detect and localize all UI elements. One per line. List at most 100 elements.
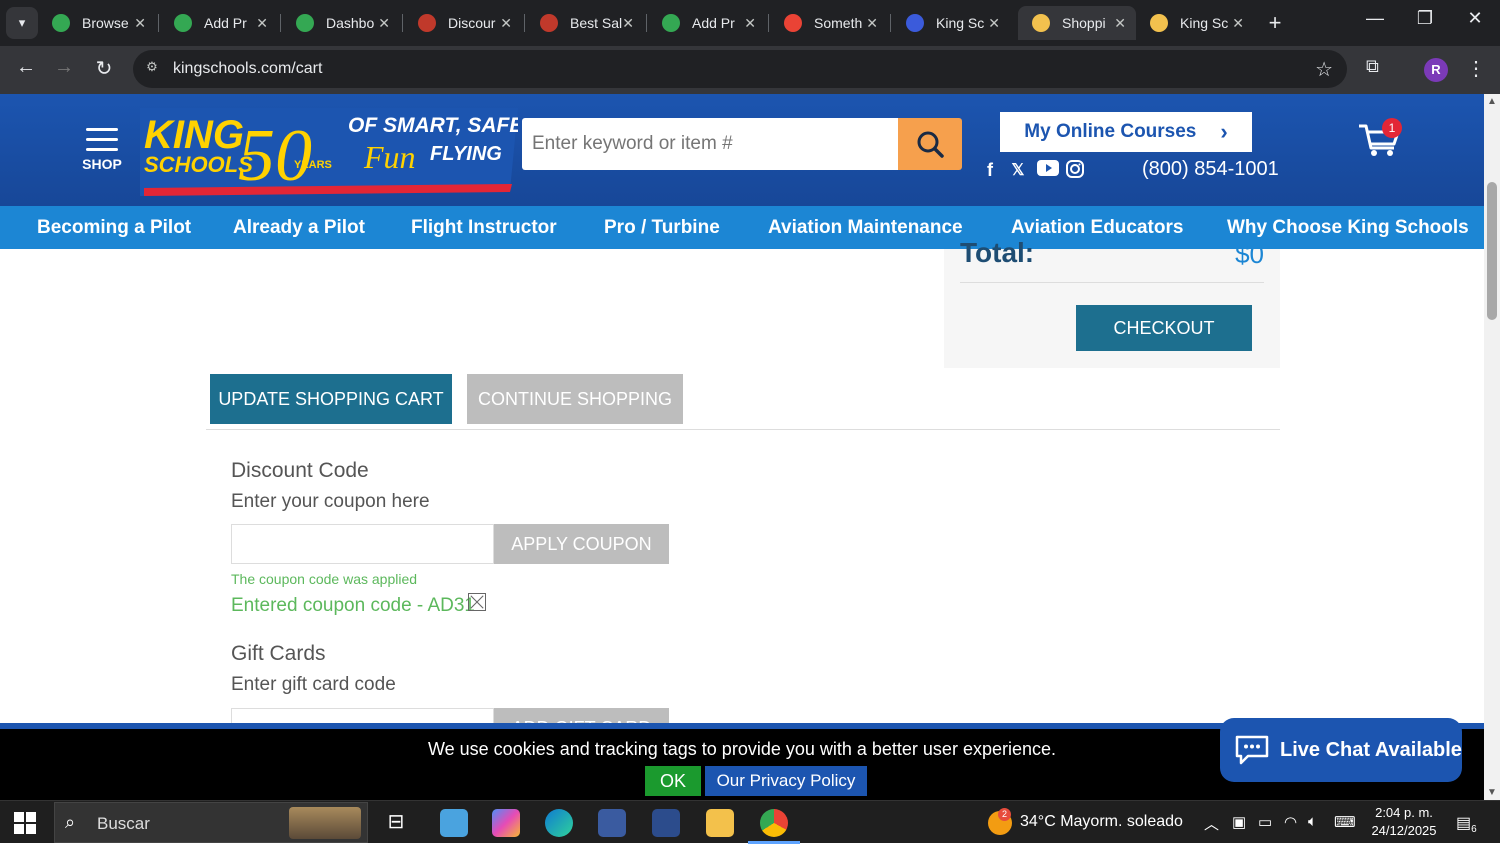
continue-shopping-button[interactable]: CONTINUE SHOPPING: [467, 374, 683, 424]
tab-separator: [768, 14, 769, 32]
my-online-courses-button[interactable]: My Online Courses ›: [1000, 112, 1252, 152]
green-check-icon: [296, 14, 314, 32]
browser-tab[interactable]: Discour ✕: [404, 6, 522, 40]
tab-title: Best Sal: [570, 15, 622, 31]
instagram-icon[interactable]: [1063, 160, 1087, 183]
checkout-button[interactable]: CHECKOUT: [1076, 305, 1252, 351]
bookmark-star-icon[interactable]: ☆: [1315, 57, 1333, 82]
youtube-icon[interactable]: [1036, 160, 1060, 181]
site-info-icon[interactable]: ⚙: [143, 59, 161, 77]
wifi-icon[interactable]: ◠: [1284, 813, 1297, 831]
close-tab-icon[interactable]: ✕: [1114, 15, 1126, 32]
close-tab-icon[interactable]: ✕: [866, 15, 878, 32]
extensions-icon[interactable]: ⧉: [1366, 56, 1379, 77]
reload-button[interactable]: ↻: [90, 56, 118, 81]
update-shopping-cart-button[interactable]: UPDATE SHOPPING CART: [210, 374, 452, 424]
browser-tab[interactable]: Someth ✕: [770, 6, 888, 40]
browser-menu-icon[interactable]: ⋮: [1466, 56, 1486, 81]
edge-icon[interactable]: [545, 809, 573, 837]
nav-why-choose-king-schools[interactable]: Why Choose King Schools: [1227, 217, 1469, 239]
weather-text[interactable]: 34°C Mayorm. soleado: [1020, 813, 1183, 831]
tab-title: Browse: [82, 15, 129, 31]
forward-button[interactable]: →: [50, 56, 78, 79]
close-tab-icon[interactable]: ✕: [622, 15, 634, 32]
windows-start-icon[interactable]: [14, 812, 36, 834]
cart-count-badge: 1: [1382, 118, 1402, 138]
task-view-icon[interactable]: ⊟: [382, 809, 410, 837]
green-check-icon: [662, 14, 680, 32]
browser-tab[interactable]: Shoppi ✕: [1018, 6, 1136, 40]
nav-flight-instructor[interactable]: Flight Instructor: [411, 217, 557, 239]
restore-button[interactable]: ❐: [1410, 8, 1440, 29]
close-tab-icon[interactable]: ✕: [988, 15, 1000, 32]
scroll-thumb[interactable]: [1487, 182, 1497, 320]
file-explorer-icon[interactable]: [706, 809, 734, 837]
monitor-app-icon[interactable]: [652, 809, 680, 837]
browser-tab[interactable]: Browse ✕: [38, 6, 156, 40]
chrome-icon[interactable]: [760, 809, 788, 837]
nav-becoming-a-pilot[interactable]: Becoming a Pilot: [37, 217, 191, 239]
phone-number[interactable]: (800) 854-1001: [1142, 158, 1279, 181]
search-button[interactable]: [898, 118, 962, 170]
meet-icon[interactable]: ▣: [1232, 813, 1246, 831]
logo-schools: SCHOOLS: [144, 152, 253, 177]
close-window-button[interactable]: ✕: [1460, 8, 1490, 29]
x-icon[interactable]: 𝕏: [1006, 160, 1030, 180]
cookie-ok-button[interactable]: OK: [645, 766, 701, 796]
browser-tab[interactable]: Add Pr ✕: [160, 6, 278, 40]
keyboard-icon[interactable]: ⌨: [1334, 813, 1356, 831]
system-clock[interactable]: 2:04 p. m. 24/12/2025: [1364, 804, 1444, 840]
privacy-policy-button[interactable]: Our Privacy Policy: [705, 766, 867, 796]
browser-tab[interactable]: King Sc ✕: [892, 6, 1010, 40]
browser-tab[interactable]: Dashbo ✕: [282, 6, 400, 40]
close-tab-icon[interactable]: ✕: [744, 15, 756, 32]
profile-avatar[interactable]: R: [1424, 58, 1448, 82]
close-tab-icon[interactable]: ✕: [256, 15, 268, 32]
king-schools-icon: [1150, 14, 1168, 32]
apply-coupon-button[interactable]: APPLY COUPON: [494, 524, 669, 564]
coupon-input[interactable]: [231, 524, 494, 564]
page-scrollbar[interactable]: ▲ ▼: [1484, 94, 1500, 800]
volume-icon[interactable]: 🔈︎: [1308, 813, 1317, 830]
shop-menu-button[interactable]: SHOP: [80, 128, 124, 172]
close-tab-icon[interactable]: ✕: [1232, 15, 1244, 32]
taskbar-search[interactable]: ⌕ Buscar: [54, 802, 368, 843]
close-tab-icon[interactable]: ✕: [500, 15, 512, 32]
site-search-input[interactable]: [522, 118, 882, 170]
discount-subheading: Enter your coupon here: [231, 491, 430, 512]
tab-title: Add Pr: [692, 15, 735, 31]
url-text[interactable]: kingschools.com/cart: [173, 60, 322, 78]
address-bar[interactable]: ⚙ kingschools.com/cart ☆: [133, 50, 1347, 88]
nav-aviation-educators[interactable]: Aviation Educators: [1011, 217, 1183, 239]
logo-fifty: 50: [238, 115, 312, 196]
desktop-app-icon[interactable]: [440, 809, 468, 837]
weather-badge: 2: [998, 808, 1011, 821]
king-schools-logo[interactable]: KING SCHOOLS 50 YEARS OF SMART, SAFE, Fu…: [140, 108, 518, 196]
browser-tab[interactable]: King Sc ✕: [1136, 6, 1254, 40]
minimize-button[interactable]: —: [1360, 8, 1390, 29]
copilot-icon[interactable]: [492, 809, 520, 837]
network-app-icon[interactable]: [598, 809, 626, 837]
tab-title: Dashbo: [326, 15, 375, 31]
shop-label: SHOP: [82, 156, 122, 172]
back-button[interactable]: ←: [12, 56, 40, 79]
nav-already-a-pilot[interactable]: Already a Pilot: [233, 217, 365, 239]
close-tab-icon[interactable]: ✕: [378, 15, 390, 32]
battery-icon[interactable]: ▭: [1258, 813, 1272, 831]
browser-tab[interactable]: Add Pr ✕: [648, 6, 766, 40]
nav-aviation-maintenance[interactable]: Aviation Maintenance: [768, 217, 963, 239]
notifications-icon[interactable]: ▤6: [1456, 813, 1477, 835]
summary-divider: [960, 282, 1264, 283]
remove-coupon-icon[interactable]: [468, 593, 486, 611]
tab-search-button[interactable]: ▾: [6, 7, 38, 39]
new-tab-button[interactable]: +: [1262, 10, 1288, 36]
live-chat-button[interactable]: Live Chat Available: [1220, 718, 1462, 782]
scroll-up-icon[interactable]: ▲: [1487, 96, 1497, 107]
chevron-up-icon[interactable]: ︿: [1204, 813, 1219, 834]
scroll-down-icon[interactable]: ▼: [1487, 787, 1497, 798]
nav-pro-turbine[interactable]: Pro / Turbine: [604, 217, 720, 239]
facebook-icon[interactable]: f: [978, 160, 1002, 181]
tab-title: Someth: [814, 15, 863, 31]
browser-tab[interactable]: Best Sal ✕: [526, 6, 644, 40]
close-tab-icon[interactable]: ✕: [134, 15, 146, 32]
